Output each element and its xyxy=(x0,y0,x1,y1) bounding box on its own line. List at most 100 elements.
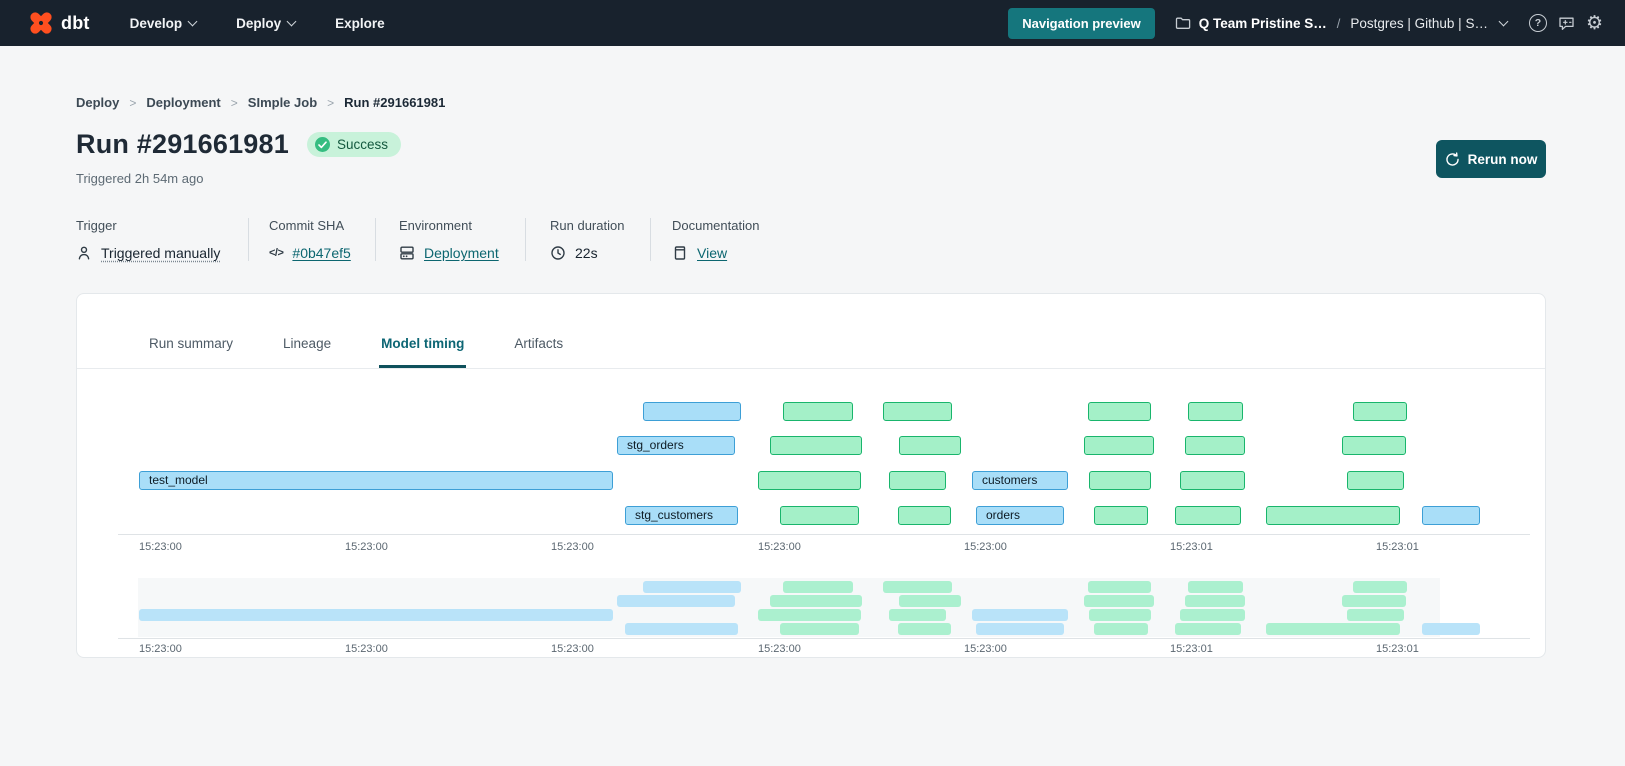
chevron-down-icon xyxy=(287,17,297,27)
tab-run-summary[interactable]: Run summary xyxy=(147,336,235,368)
axis-tick-label: 15:23:00 xyxy=(758,541,801,553)
breadcrumb-deploy[interactable]: Deploy xyxy=(76,95,119,110)
overview-bar xyxy=(1347,609,1404,621)
breadcrumb-deployment[interactable]: Deployment xyxy=(146,95,220,110)
refresh-icon xyxy=(1445,152,1460,167)
overview-bar xyxy=(783,581,853,593)
gantt-bar[interactable] xyxy=(1353,402,1407,421)
overview-bar xyxy=(1180,609,1245,621)
overview-bar xyxy=(898,623,951,635)
overview-bar xyxy=(889,609,946,621)
breadcrumb-separator: > xyxy=(231,96,238,110)
dbt-logo-text: dbt xyxy=(61,13,90,34)
gantt-bar-stg_orders[interactable]: stg_orders xyxy=(617,436,735,455)
triggered-time-text: Triggered 2h 54m ago xyxy=(76,171,203,186)
axis-tick-label: 15:23:00 xyxy=(551,541,594,553)
overview-bar xyxy=(1188,581,1243,593)
axis-tick-label: 15:23:00 xyxy=(139,643,182,655)
help-icon[interactable]: ? xyxy=(1529,14,1547,32)
database-icon xyxy=(399,245,415,261)
tab-model-timing[interactable]: Model timing xyxy=(379,336,466,368)
detail-commit-sha: Commit SHA </> #0b47ef5 xyxy=(248,218,375,261)
axis-tick-label: 15:23:00 xyxy=(758,643,801,655)
overview-brush[interactable] xyxy=(139,578,1480,637)
gantt-bar[interactable] xyxy=(770,436,862,455)
menu-deploy[interactable]: Deploy xyxy=(236,16,295,31)
commit-sha-link[interactable]: #0b47ef5 xyxy=(292,245,350,261)
environment-link[interactable]: Deployment xyxy=(424,245,499,261)
axis-tick-label: 15:23:01 xyxy=(1376,643,1419,655)
gantt-bar[interactable] xyxy=(883,402,952,421)
account-project-selector[interactable]: Q Team Pristine S… / Postgres | Github |… xyxy=(1175,15,1507,31)
project-name: Postgres | Github | S… xyxy=(1350,16,1488,31)
breadcrumb-run: Run #291661981 xyxy=(344,95,445,110)
trigger-value[interactable]: Triggered manually xyxy=(101,245,220,261)
gear-icon[interactable]: ⚙ xyxy=(1586,14,1603,33)
gantt-bar[interactable] xyxy=(1342,436,1406,455)
gantt-bar[interactable] xyxy=(899,436,961,455)
gantt-bar[interactable] xyxy=(1180,471,1245,490)
overview-bar xyxy=(1175,623,1241,635)
overview-bar xyxy=(972,609,1068,621)
overview-bar xyxy=(1342,595,1406,607)
detail-label: Environment xyxy=(399,218,525,233)
menu-develop[interactable]: Develop xyxy=(130,16,197,31)
detail-run-duration: Run duration 22s xyxy=(525,218,650,261)
axis-tick-label: 15:23:00 xyxy=(964,643,1007,655)
gantt-bar-customers[interactable]: customers xyxy=(972,471,1068,490)
gantt-bar[interactable] xyxy=(1175,506,1241,525)
gantt-bar[interactable] xyxy=(1094,506,1148,525)
overview-axis-line xyxy=(118,638,1530,639)
gantt-bar[interactable] xyxy=(780,506,859,525)
tab-lineage[interactable]: Lineage xyxy=(281,336,333,368)
overview-bar xyxy=(1088,581,1151,593)
gantt-bar[interactable] xyxy=(1422,506,1480,525)
gantt-bar[interactable] xyxy=(783,402,853,421)
documentation-view-link[interactable]: View xyxy=(697,245,727,261)
clock-icon xyxy=(550,245,566,261)
gantt-bar-orders[interactable]: orders xyxy=(976,506,1064,525)
top-navbar: dbt Develop Deploy Explore Navigation pr… xyxy=(0,0,1625,46)
rerun-now-button[interactable]: Rerun now xyxy=(1436,140,1546,178)
overview-bar xyxy=(976,623,1064,635)
chevron-down-icon xyxy=(188,17,198,27)
gantt-bar[interactable] xyxy=(758,471,861,490)
overview-bar xyxy=(770,595,862,607)
breadcrumb-job[interactable]: SImple Job xyxy=(248,95,317,110)
gantt-bar[interactable] xyxy=(1347,471,1404,490)
overview-bar xyxy=(1089,609,1151,621)
gantt-bar[interactable] xyxy=(1084,436,1154,455)
detail-label: Trigger xyxy=(76,218,248,233)
code-icon: </> xyxy=(269,247,283,259)
status-badge: Success xyxy=(307,132,401,157)
dbt-logo[interactable]: dbt xyxy=(28,10,90,36)
axis-tick-label: 15:23:01 xyxy=(1170,541,1213,553)
gantt-bar-test_model[interactable]: test_model xyxy=(139,471,613,490)
gantt-bar[interactable] xyxy=(898,506,951,525)
detail-trigger: Trigger Triggered manually xyxy=(76,218,248,261)
axis-tick-label: 15:23:00 xyxy=(139,541,182,553)
folder-icon xyxy=(1175,15,1191,31)
gantt-bar[interactable] xyxy=(1188,402,1243,421)
gantt-bar[interactable] xyxy=(889,471,946,490)
axis-tick-label: 15:23:00 xyxy=(345,541,388,553)
main-menu: Develop Deploy Explore xyxy=(130,16,385,31)
overview-bar xyxy=(1084,595,1154,607)
tab-artifacts[interactable]: Artifacts xyxy=(512,336,565,368)
gantt-bar-stg_customers[interactable]: stg_customers xyxy=(625,506,738,525)
dbt-logo-icon xyxy=(28,10,54,36)
gantt-bar[interactable] xyxy=(1088,402,1151,421)
navigation-preview-button[interactable]: Navigation preview xyxy=(1008,8,1154,39)
menu-explore[interactable]: Explore xyxy=(335,16,385,31)
gantt-bar[interactable] xyxy=(1185,436,1245,455)
duration-value: 22s xyxy=(575,245,598,261)
run-details-row: Trigger Triggered manually Commit SHA </… xyxy=(76,218,769,261)
status-text: Success xyxy=(337,137,388,152)
overview-bar xyxy=(643,581,741,593)
gantt-axis-ticks: 15:23:0015:23:0015:23:0015:23:0015:23:00… xyxy=(139,541,1480,555)
gantt-bar[interactable] xyxy=(1089,471,1151,490)
gantt-bar[interactable] xyxy=(1266,506,1400,525)
gantt-bar[interactable] xyxy=(643,402,741,421)
axis-tick-label: 15:23:00 xyxy=(551,643,594,655)
feedback-icon[interactable] xyxy=(1558,15,1575,32)
